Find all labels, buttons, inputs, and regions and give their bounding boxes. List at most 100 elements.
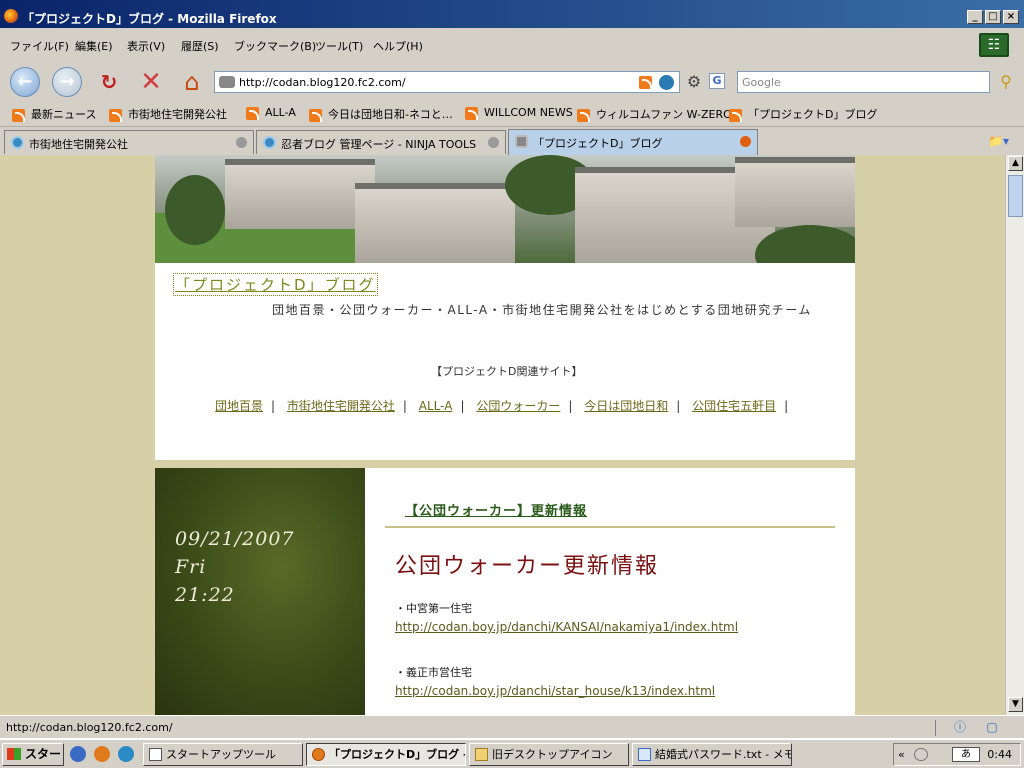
bookmark-item[interactable]: 最新ニュース [12, 106, 96, 122]
bookmark-label: ウィルコムファン W-ZERO3 [596, 108, 739, 121]
feed-icon[interactable] [639, 76, 652, 89]
menu-bookmarks[interactable]: ブックマーク(B) [234, 38, 316, 54]
related-link-danchi-hyakkei[interactable]: 団地百景 [215, 399, 263, 413]
bookmark-item[interactable]: ALL-A [246, 106, 296, 120]
windows-flag-icon [7, 748, 21, 760]
navigation-toolbar: ← → ↻ ✕ ⌂ http://codan.blog120.fc2.com/ … [0, 62, 1024, 100]
page-viewport: 「プロジェクトD」ブログ 団地百景・公団ウォーカー・ALL-A・市街地住宅開発公… [0, 155, 1005, 715]
tab-close-icon[interactable] [236, 137, 247, 148]
post-date-panel: 09/21/2007 Fri 21:22 [155, 468, 365, 715]
scroll-thumb[interactable] [1008, 175, 1023, 217]
scroll-up-arrow-icon[interactable]: ▲ [1008, 156, 1023, 171]
window-titlebar: 「プロジェクトD」ブログ - Mozilla Firefox _ □ × [0, 0, 1024, 28]
header-photo-danchi [155, 155, 855, 263]
header-photo-building [355, 183, 515, 263]
go-icon[interactable] [659, 75, 674, 90]
search-engine-icon[interactable]: G [709, 73, 725, 89]
reload-icon[interactable]: ↻ [95, 68, 123, 96]
quicklaunch-ie-icon[interactable] [118, 746, 134, 762]
start-button[interactable]: スタート [2, 743, 64, 766]
menu-help[interactable]: ヘルプ(H) [373, 38, 423, 54]
system-tray: « あ 0:44 [893, 743, 1021, 766]
url-text[interactable]: http://codan.blog120.fc2.com/ [239, 76, 406, 89]
search-field[interactable]: Google [737, 71, 990, 93]
quicklaunch-desktop-icon[interactable] [70, 746, 86, 762]
link-separator: | [402, 399, 407, 413]
post-title: 公団ウォーカー更新情報 [395, 554, 660, 579]
window-icon[interactable]: ▢ [984, 719, 1000, 735]
back-button[interactable]: ← [10, 67, 40, 97]
firefox-icon [312, 748, 325, 761]
book-icon[interactable]: ☷ [979, 33, 1009, 57]
bookmark-item[interactable]: ウィルコムファン W-ZERO3 [577, 106, 739, 122]
menu-view[interactable]: 表示(V) [127, 38, 165, 54]
taskbar-button[interactable]: スタートアップツール [143, 743, 303, 766]
related-link-shigaichi[interactable]: 市街地住宅開発公社 [287, 399, 395, 413]
post-item-name: ・中宮第一住宅 [395, 602, 472, 615]
firefox-logo-icon [4, 9, 18, 23]
tab-close-icon[interactable] [488, 137, 499, 148]
tab-favicon [11, 136, 24, 149]
extension-icon[interactable]: ⚙ [680, 68, 708, 96]
header-photo-tree [165, 175, 225, 245]
related-sites-links: 団地百景 | 市街地住宅開発公社 | ALL-A | 公団ウォーカー | 今日は団地日和… [215, 397, 796, 414]
tab-label: 忍者ブログ 管理ページ - NINJA TOOLS [281, 138, 477, 151]
bookmark-label: 市街地住宅開発公社 [128, 108, 227, 121]
home-icon[interactable]: ⌂ [178, 68, 206, 96]
search-icon[interactable]: ⚲ [992, 68, 1020, 96]
taskbar-button-label: 結婚式パスワード.txt - メモ… [655, 748, 792, 761]
menu-file[interactable]: ファイル(F) [10, 38, 69, 54]
info-icon[interactable]: ⓘ [952, 719, 968, 735]
post-category-link[interactable]: 【公団ウォーカー】更新情報 [405, 500, 587, 519]
link-separator: | [460, 399, 465, 413]
tab-ninja-tools[interactable]: 忍者ブログ 管理ページ - NINJA TOOLS [256, 130, 506, 154]
tab-shigaichi[interactable]: 市街地住宅開発公社 [4, 130, 254, 154]
post-item-link[interactable]: http://codan.boy.jp/danchi/star_house/k1… [395, 684, 715, 698]
url-bar[interactable]: http://codan.blog120.fc2.com/ [214, 71, 680, 93]
tab-list-icon[interactable]: 📁▾ [988, 133, 1016, 149]
taskbar-button-firefox[interactable]: 「プロジェクトD」ブログ -… [306, 743, 466, 766]
folder-icon [475, 748, 488, 761]
menu-edit[interactable]: 編集(E) [75, 38, 113, 54]
blog-title-link[interactable]: 「プロジェクトD」ブログ [173, 273, 378, 296]
link-separator: | [568, 399, 573, 413]
feed-icon [12, 108, 25, 122]
related-link-danchi-biyori[interactable]: 今日は団地日和 [584, 399, 668, 413]
bookmark-item[interactable]: 今日は団地日和-ネコと… [309, 106, 453, 122]
bookmark-item[interactable]: 市街地住宅開発公社 [109, 106, 227, 122]
stop-icon[interactable]: ✕ [137, 68, 165, 96]
menu-history[interactable]: 履歴(S) [181, 38, 219, 54]
related-link-all-a[interactable]: ALL-A [419, 399, 453, 413]
bookmark-item[interactable]: 「プロジェクトD」ブログ [729, 106, 877, 122]
feed-icon [577, 108, 590, 122]
ime-icon[interactable]: あ [952, 747, 980, 762]
feed-icon [246, 106, 259, 120]
menu-tools[interactable]: ツール(T) [315, 38, 363, 54]
app-icon [149, 748, 162, 761]
link-separator: | [784, 399, 789, 413]
maximize-button[interactable]: □ [985, 10, 1001, 24]
link-separator: | [271, 399, 276, 413]
forward-button[interactable]: → [52, 67, 82, 97]
taskbar-button-label: 旧デスクトップアイコン [492, 748, 613, 761]
quicklaunch-firefox-icon[interactable] [94, 746, 110, 762]
taskbar-button[interactable]: 旧デスクトップアイコン [469, 743, 629, 766]
bookmark-label: 「プロジェクトD」ブログ [748, 108, 878, 121]
close-window-button[interactable]: × [1003, 10, 1019, 24]
related-link-kodan-walker[interactable]: 公団ウォーカー [476, 399, 560, 413]
feed-icon [309, 108, 322, 122]
bookmark-label: ALL-A [265, 106, 296, 119]
tab-close-icon[interactable] [740, 136, 751, 147]
scroll-down-arrow-icon[interactable]: ▼ [1008, 697, 1023, 712]
vertical-scrollbar[interactable]: ▲ ▼ [1005, 155, 1024, 715]
tray-expand-icon[interactable]: « [898, 744, 905, 765]
post-item-link[interactable]: http://codan.boy.jp/danchi/KANSAI/nakami… [395, 620, 738, 634]
bookmark-item[interactable]: WILLCOM NEWS [465, 106, 573, 120]
network-icon[interactable] [914, 748, 928, 761]
taskbar-button[interactable]: 結婚式パスワード.txt - メモ… [632, 743, 792, 766]
related-link-kodan-gokenme[interactable]: 公団住宅五軒目 [692, 399, 776, 413]
taskbar-button-label: スタートアップツール [166, 748, 276, 761]
blog-page: 「プロジェクトD」ブログ 団地百景・公団ウォーカー・ALL-A・市街地住宅開発公… [155, 155, 855, 715]
tab-project-d-blog[interactable]: 「プロジェクトD」ブログ [508, 129, 758, 155]
minimize-button[interactable]: _ [967, 10, 983, 24]
